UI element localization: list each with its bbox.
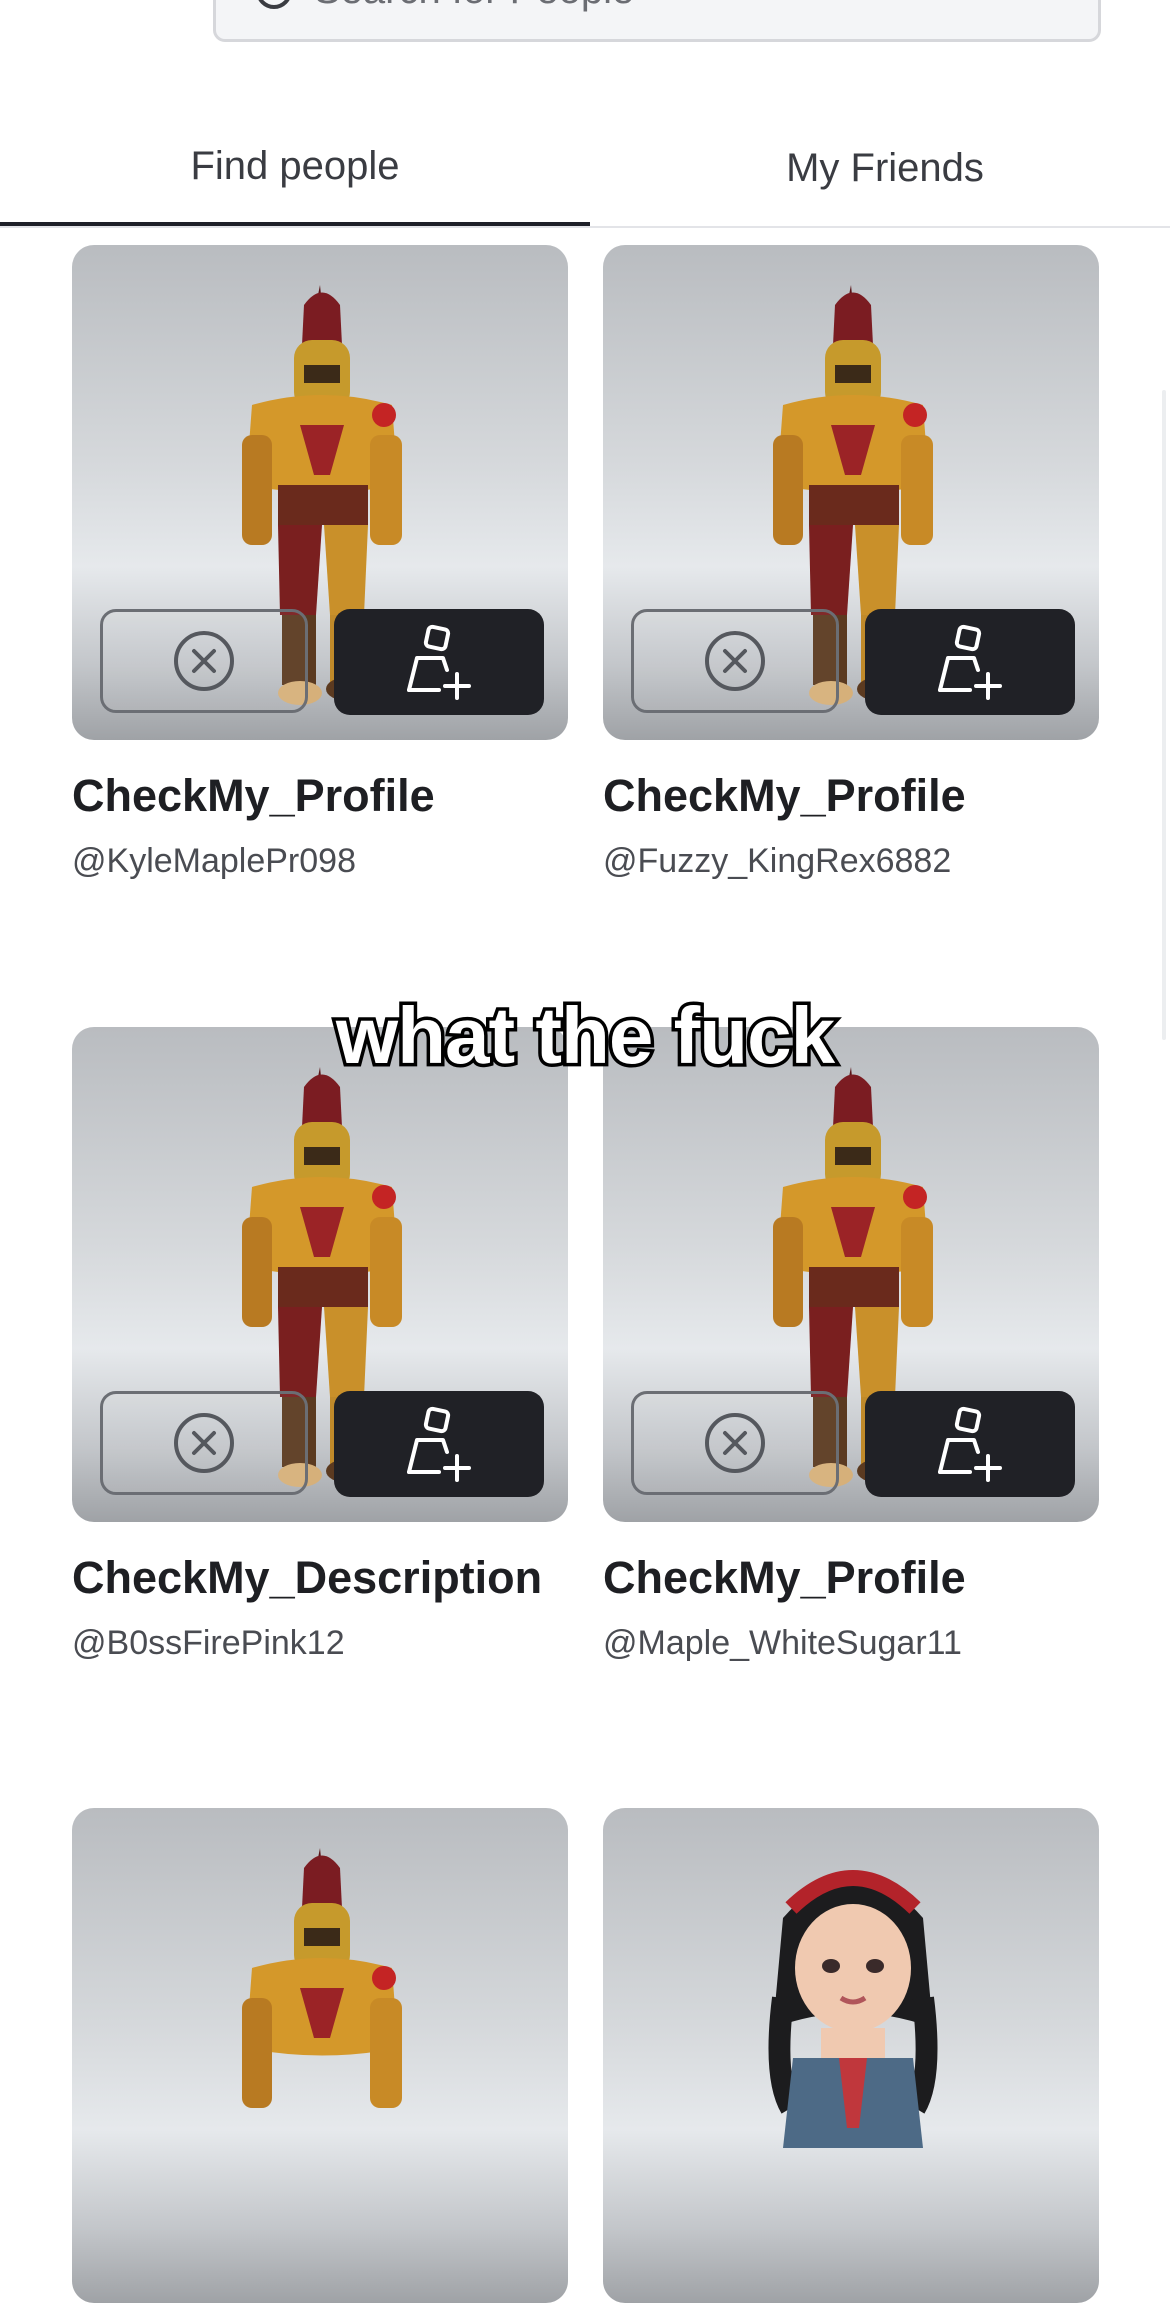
- add-friend-icon: [407, 1406, 471, 1482]
- avatar-thumbnail[interactable]: [603, 1808, 1099, 2303]
- tab-label: My Friends: [786, 145, 984, 190]
- header: [0, 0, 1170, 60]
- username: @Maple_WhiteSugar11: [603, 1624, 962, 1662]
- close-circle-icon: [705, 631, 765, 691]
- avatar-thumbnail[interactable]: [72, 245, 568, 740]
- tab-find-people[interactable]: Find people: [0, 110, 590, 226]
- search-bar[interactable]: [213, 0, 1101, 42]
- scrollbar[interactable]: [1162, 390, 1166, 1040]
- overlay-caption: what the fuck: [332, 988, 838, 1084]
- avatar-thumbnail[interactable]: [603, 245, 1099, 740]
- display-name[interactable]: CheckMy_Profile: [72, 770, 435, 822]
- username: @KyleMaplePr098: [72, 842, 356, 880]
- close-circle-icon: [174, 1413, 234, 1473]
- add-friend-icon: [938, 1406, 1002, 1482]
- dismiss-button[interactable]: [631, 609, 839, 713]
- armored-knight-avatar: [242, 1848, 402, 2108]
- add-friend-button[interactable]: [865, 609, 1075, 715]
- girl-with-red-headband-avatar: [768, 1870, 938, 2148]
- tab-my-friends[interactable]: My Friends: [590, 110, 1170, 226]
- close-circle-icon: [705, 1413, 765, 1473]
- username: @B0ssFirePink12: [72, 1624, 345, 1662]
- search-icon: [258, 0, 290, 9]
- add-friend-icon: [407, 624, 471, 700]
- search-input[interactable]: [312, 0, 1016, 21]
- display-name[interactable]: CheckMy_Profile: [603, 1552, 966, 1604]
- add-friend-button[interactable]: [865, 1391, 1075, 1497]
- avatar-thumbnail[interactable]: [603, 1027, 1099, 1522]
- dismiss-button[interactable]: [631, 1391, 839, 1495]
- add-friend-icon: [938, 624, 1002, 700]
- dismiss-button[interactable]: [100, 1391, 308, 1495]
- tab-bar: Find people My Friends: [0, 110, 1170, 228]
- add-friend-button[interactable]: [334, 1391, 544, 1497]
- username: @Fuzzy_KingRex6882: [603, 842, 952, 880]
- display-name[interactable]: CheckMy_Description: [72, 1552, 542, 1604]
- tab-label: Find people: [190, 143, 400, 188]
- avatar-thumbnail[interactable]: [72, 1027, 568, 1522]
- avatar-thumbnail[interactable]: [72, 1808, 568, 2303]
- close-circle-icon: [174, 631, 234, 691]
- back-arrow-icon[interactable]: [88, 0, 116, 10]
- add-friend-button[interactable]: [334, 609, 544, 715]
- display-name[interactable]: CheckMy_Profile: [603, 770, 966, 822]
- dismiss-button[interactable]: [100, 609, 308, 713]
